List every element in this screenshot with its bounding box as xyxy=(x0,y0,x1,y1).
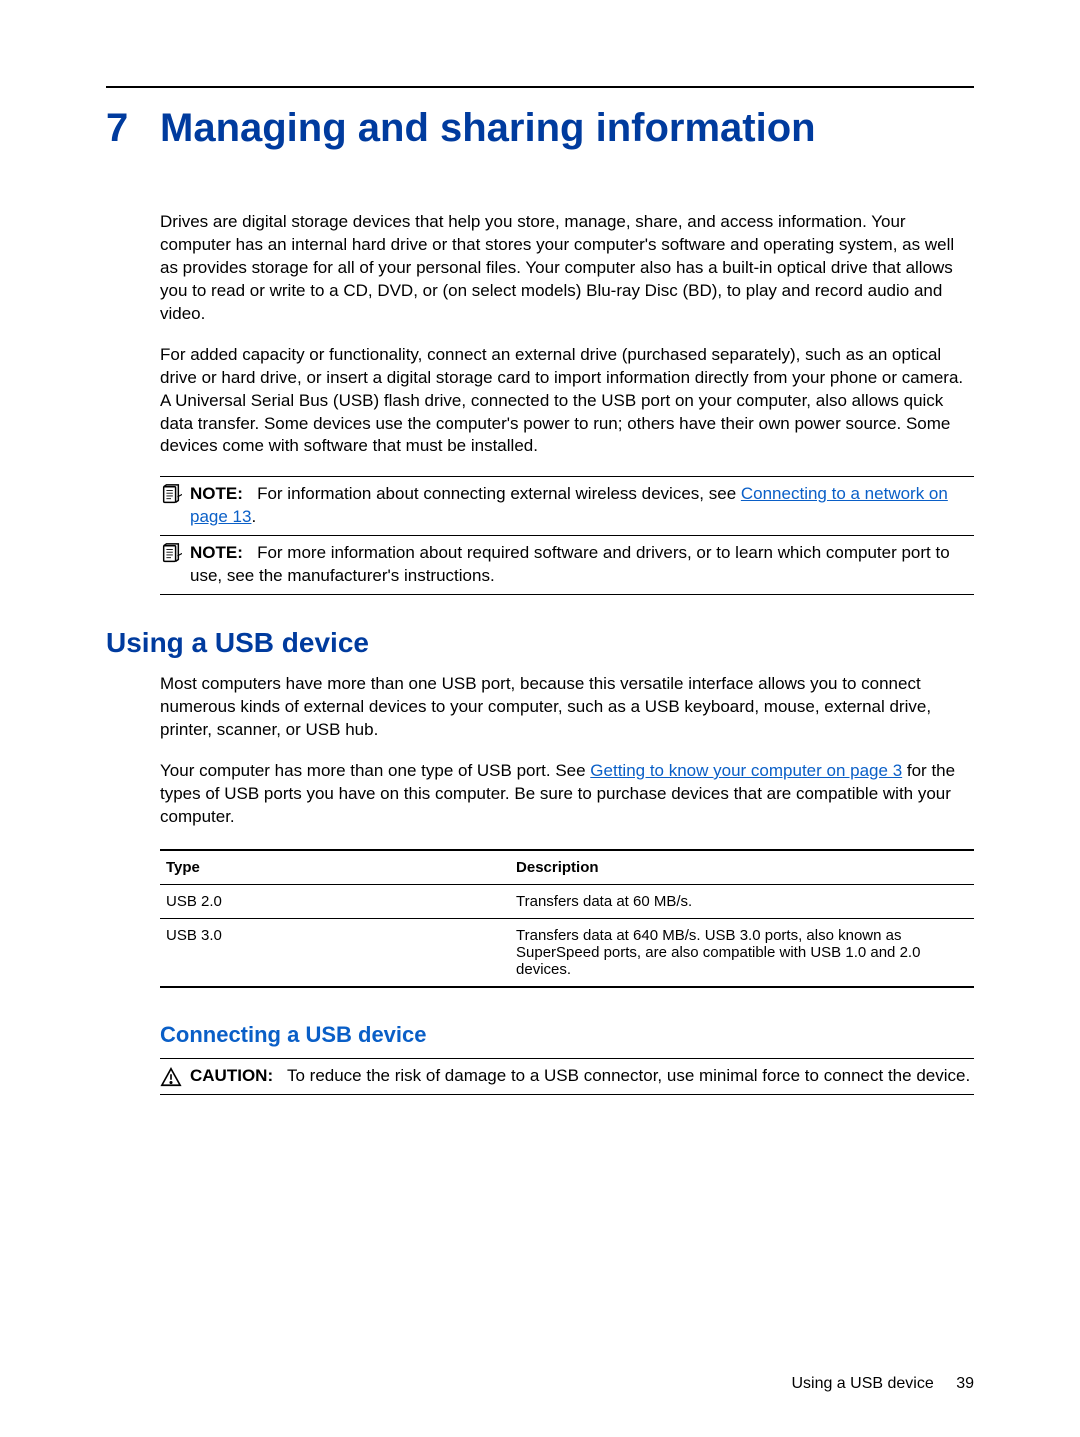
usb-p2-pre: Your computer has more than one type of … xyxy=(160,761,590,780)
footer-page-number: 39 xyxy=(956,1375,974,1393)
table-header-row: Type Description xyxy=(160,850,974,885)
top-rule xyxy=(106,86,974,88)
note-1-text: NOTE: For information about connecting e… xyxy=(190,483,974,529)
usb-section: Most computers have more than one USB po… xyxy=(160,673,974,988)
link-getting-to-know[interactable]: Getting to know your computer on page 3 xyxy=(590,761,902,780)
chapter-heading: 7 Managing and sharing information xyxy=(106,106,974,151)
col-type: Type xyxy=(160,850,510,885)
cell-desc: Transfers data at 60 MB/s. xyxy=(510,884,974,918)
page-footer: Using a USB device 39 xyxy=(791,1375,974,1393)
caution-block: CAUTION: To reduce the risk of damage to… xyxy=(160,1058,974,1095)
note-1: NOTE: For information about connecting e… xyxy=(160,476,974,536)
note-icon xyxy=(160,542,190,588)
chapter-number: 7 xyxy=(106,106,160,151)
cell-type: USB 3.0 xyxy=(160,918,510,987)
intro-paragraph-2: For added capacity or functionality, con… xyxy=(160,344,974,459)
note-2-text: NOTE: For more information about require… xyxy=(190,542,974,588)
cell-type: USB 2.0 xyxy=(160,884,510,918)
note-icon xyxy=(160,483,190,529)
connect-section: CAUTION: To reduce the risk of damage to… xyxy=(160,1058,974,1095)
footer-section: Using a USB device xyxy=(791,1375,933,1392)
col-description: Description xyxy=(510,850,974,885)
note-2: NOTE: For more information about require… xyxy=(160,536,974,595)
note-label: NOTE: xyxy=(190,543,243,562)
cell-desc: Transfers data at 640 MB/s. USB 3.0 port… xyxy=(510,918,974,987)
note-1-post: . xyxy=(251,507,256,526)
caution-text: CAUTION: To reduce the risk of damage to… xyxy=(190,1065,974,1088)
note-label: NOTE: xyxy=(190,484,243,503)
page: 7 Managing and sharing information Drive… xyxy=(0,0,1080,1437)
intro-paragraph-1: Drives are digital storage devices that … xyxy=(160,211,974,326)
usb-paragraph-1: Most computers have more than one USB po… xyxy=(160,673,974,742)
chapter-title: Managing and sharing information xyxy=(160,106,816,150)
caution-body: To reduce the risk of damage to a USB co… xyxy=(287,1066,970,1085)
note-1-pre: For information about connecting externa… xyxy=(257,484,741,503)
caution-label: CAUTION: xyxy=(190,1066,273,1085)
table-row: USB 3.0 Transfers data at 640 MB/s. USB … xyxy=(160,918,974,987)
caution-icon xyxy=(160,1065,190,1088)
usb-paragraph-2: Your computer has more than one type of … xyxy=(160,760,974,829)
table-row: USB 2.0 Transfers data at 60 MB/s. xyxy=(160,884,974,918)
intro-section: Drives are digital storage devices that … xyxy=(160,211,974,595)
usb-type-table: Type Description USB 2.0 Transfers data … xyxy=(160,849,974,988)
heading-connecting-usb: Connecting a USB device xyxy=(160,1022,974,1048)
note-2-body: For more information about required soft… xyxy=(190,543,950,585)
heading-using-usb: Using a USB device xyxy=(106,627,974,659)
